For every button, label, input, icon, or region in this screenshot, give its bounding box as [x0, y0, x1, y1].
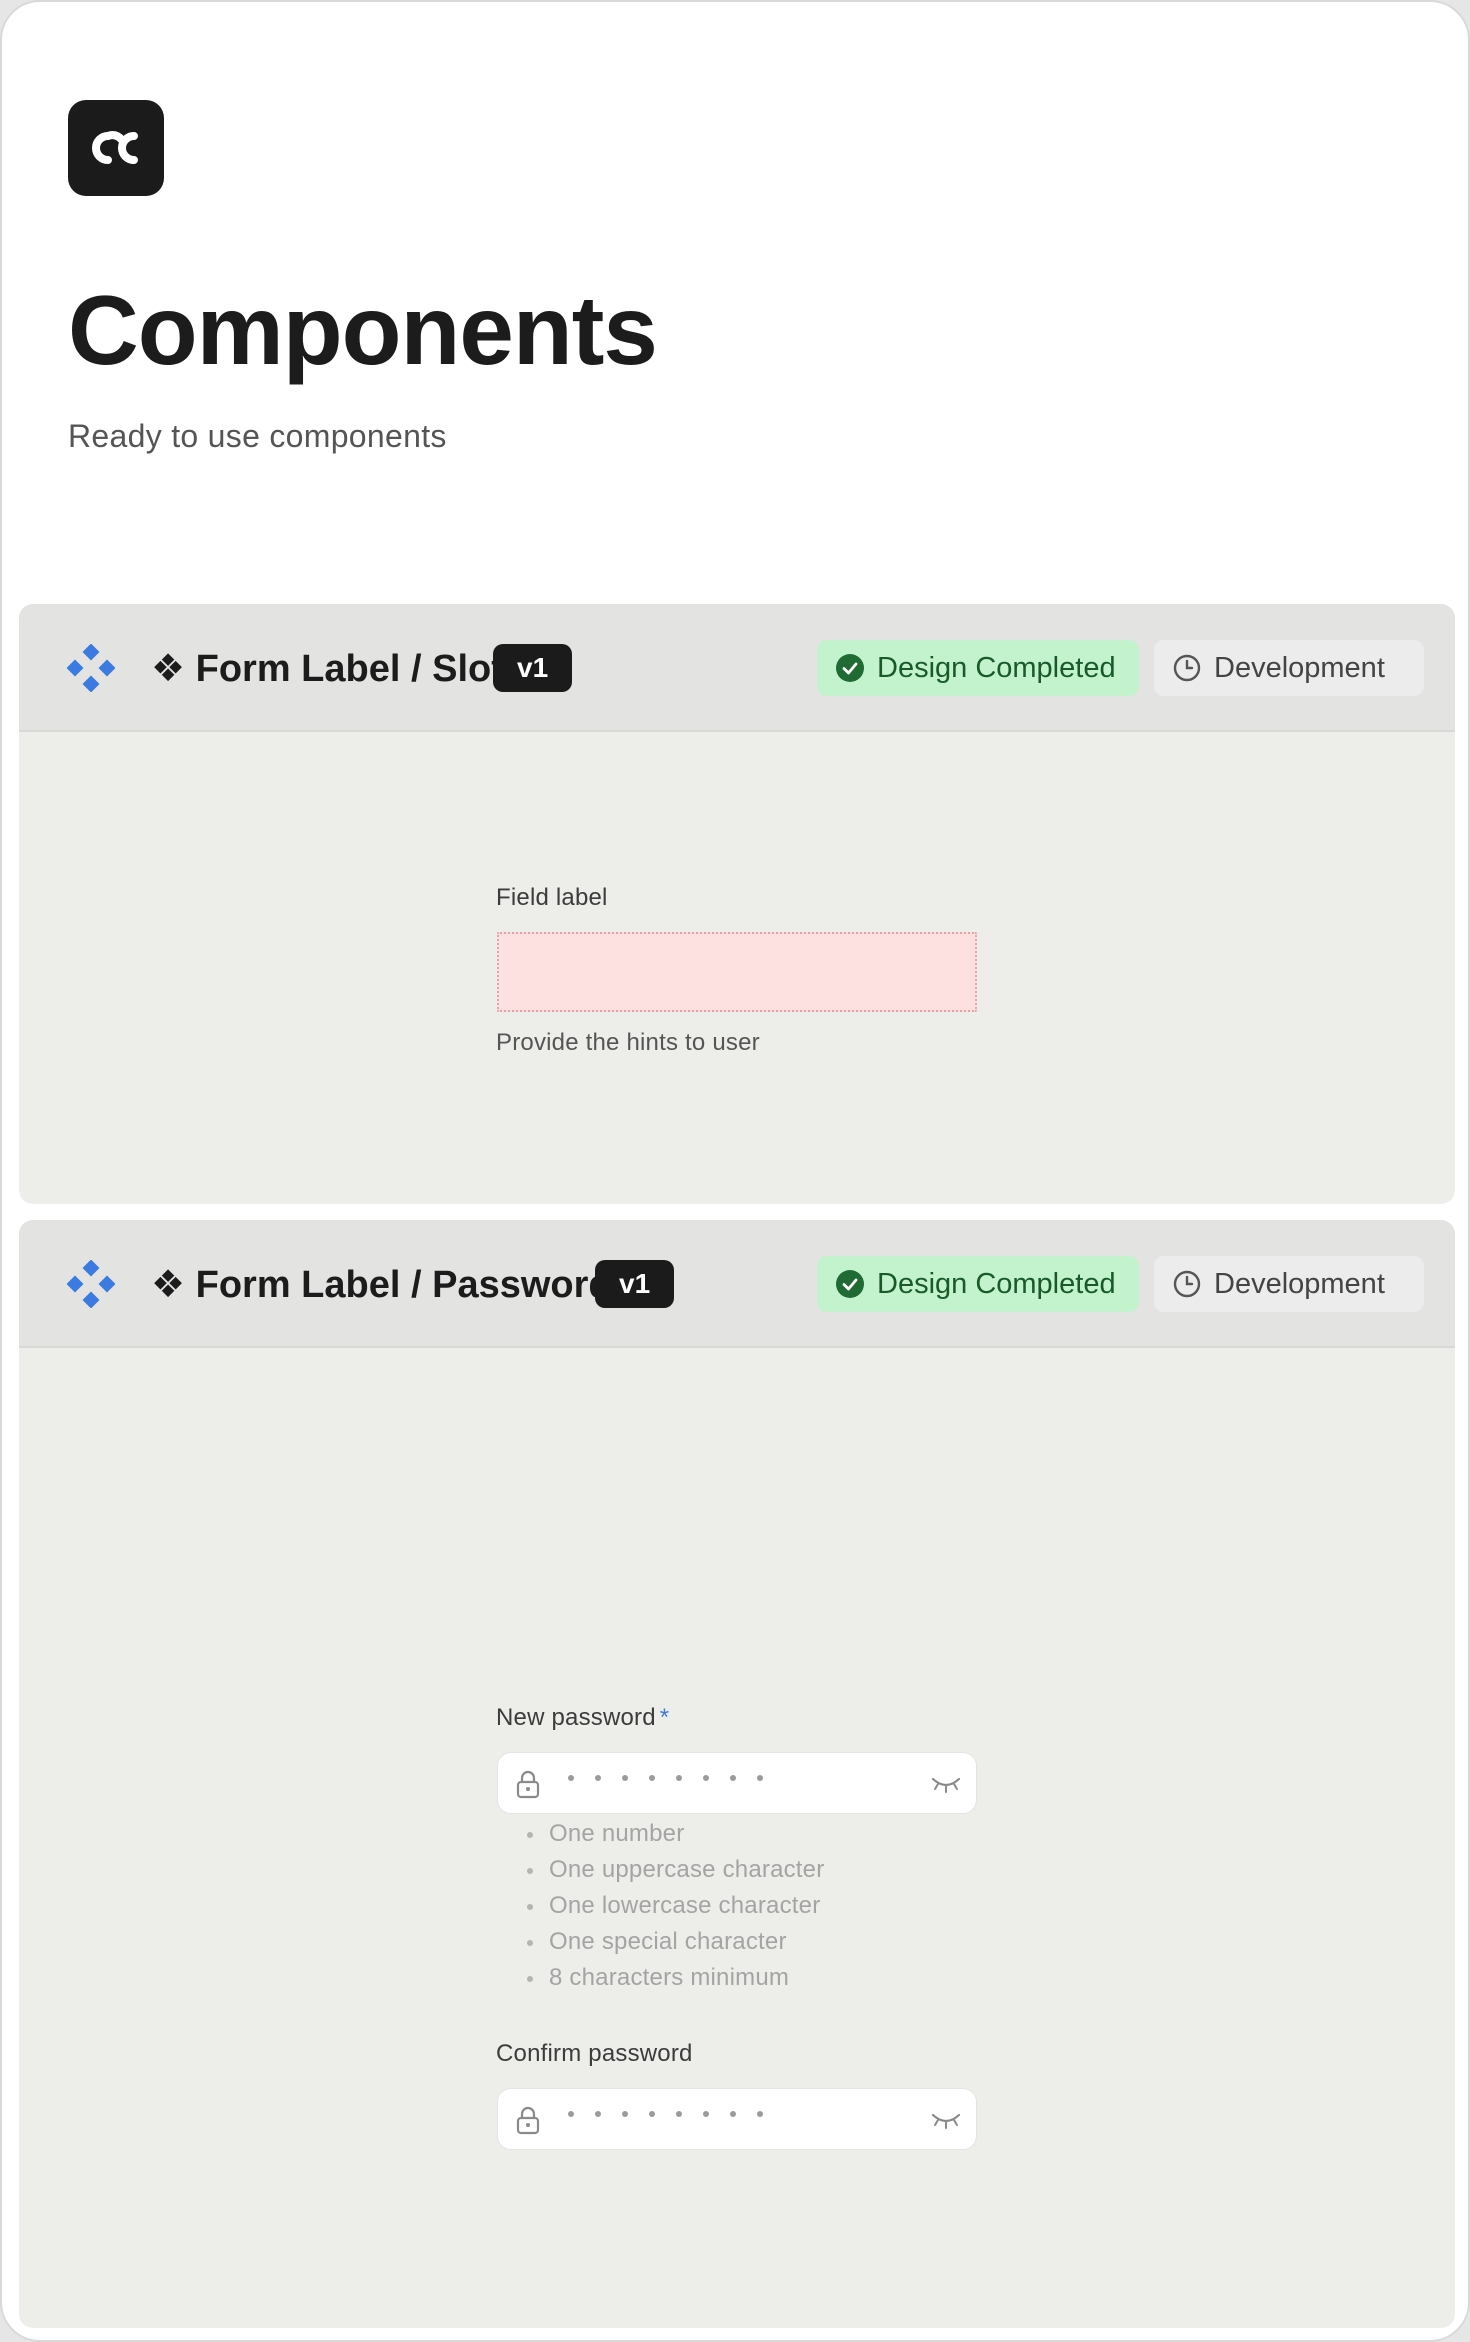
status-development: Development [1154, 1256, 1424, 1312]
clock-icon [1173, 1270, 1201, 1298]
lock-icon [516, 1770, 540, 1799]
password-mask [568, 1775, 763, 1781]
check-circle-icon [836, 1270, 864, 1298]
version-badge: v1 [595, 1260, 675, 1308]
label-text: New password [496, 1704, 656, 1731]
password-rule: One uppercase character [519, 1852, 824, 1888]
password-rule: One lowercase character [519, 1888, 824, 1924]
new-password-label: New password * [496, 1704, 669, 1732]
status-design-completed: Design Completed [817, 640, 1139, 696]
password-mask [568, 2111, 763, 2117]
status-label: Development [1214, 651, 1385, 684]
password-rule: 8 characters minimum [519, 1960, 824, 1996]
status-label: Design Completed [877, 651, 1116, 684]
page-title: Components [68, 275, 658, 385]
password-rule: One number [519, 1816, 824, 1852]
hint-text: Provide the hints to user [496, 1029, 760, 1056]
eye-closed-icon[interactable] [930, 2111, 962, 2131]
clock-icon [1173, 654, 1201, 682]
page-subtitle: Ready to use components [68, 418, 447, 454]
check-circle-icon [836, 654, 864, 682]
page: Components Ready to use components ❖ For… [0, 0, 1470, 2342]
new-password-input[interactable] [497, 1752, 977, 1814]
status-label: Design Completed [877, 1267, 1116, 1300]
field-label: Field label [496, 884, 608, 911]
section-header: ❖ Form Label / Password v1 Design Comple… [19, 1220, 1455, 1348]
component-section-slot: ❖ Form Label / Slot v1 Design Completed … [19, 604, 1455, 1204]
cc-logo-icon [68, 100, 164, 196]
required-mark: * [659, 1704, 670, 1731]
eye-closed-icon[interactable] [930, 1775, 962, 1795]
version-badge: v1 [493, 644, 573, 692]
component-icon [67, 644, 115, 692]
component-section-password: ❖ Form Label / Password v1 Design Comple… [19, 1220, 1455, 2328]
status-design-completed: Design Completed [817, 1256, 1139, 1312]
section-header: ❖ Form Label / Slot v1 Design Completed … [19, 604, 1455, 732]
password-rules-list: One number One uppercase character One l… [519, 1816, 824, 1996]
component-icon [67, 1260, 115, 1308]
status-development: Development [1154, 640, 1424, 696]
confirm-password-input[interactable] [497, 2088, 977, 2150]
lock-icon [516, 2106, 540, 2135]
status-label: Development [1214, 1267, 1385, 1300]
password-rule: One special character [519, 1924, 824, 1960]
section-title: ❖ Form Label / Password [151, 1264, 612, 1306]
section-title: ❖ Form Label / Slot [151, 648, 504, 690]
confirm-password-label: Confirm password [496, 2040, 693, 2067]
slot-placeholder [497, 932, 977, 1012]
